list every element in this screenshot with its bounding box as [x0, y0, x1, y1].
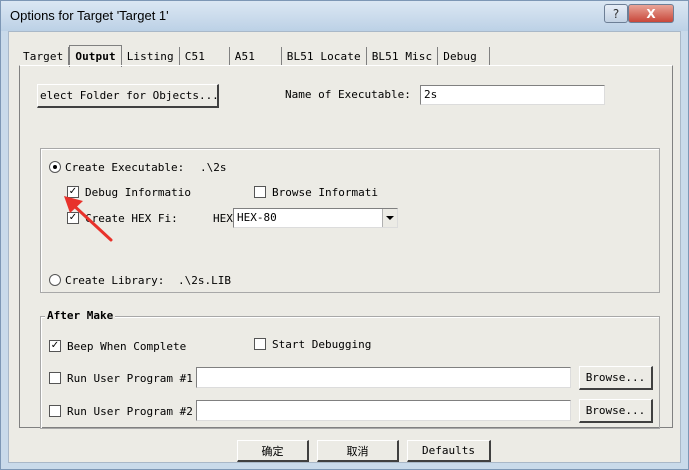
dialog-client-area: Target Output Listing C51 A51 BL51 Locat… [8, 31, 681, 463]
tab-bl51-misc[interactable]: BL51 Misc [367, 47, 439, 66]
ok-button[interactable]: 确定 [237, 440, 309, 462]
browse-program-1-button[interactable]: Browse... [579, 366, 653, 390]
create-library-label: Create Library: [65, 274, 165, 287]
title-bar[interactable]: Options for Target 'Target 1' ? X [1, 1, 688, 31]
browse-program-2-button[interactable]: Browse... [579, 399, 653, 423]
create-executable-radio[interactable] [49, 161, 61, 173]
tab-bl51-locate[interactable]: BL51 Locate [282, 47, 367, 66]
beep-when-complete-label: Beep When Complete [67, 340, 187, 353]
run-user-program-2-label: Run User Program #2 [67, 405, 193, 418]
create-library-radio[interactable] [49, 274, 61, 286]
close-icon: X [646, 6, 656, 21]
after-make-title: After Make [45, 309, 116, 322]
select-folder-button[interactable]: elect Folder for Objects... [37, 84, 219, 108]
name-of-executable-label: Name of Executable: [285, 88, 411, 101]
run-user-program-1-checkbox[interactable] [49, 372, 61, 384]
hex-format-value: HEX-80 [237, 211, 277, 224]
window-title: Options for Target 'Target 1' [10, 8, 169, 23]
run-user-program-1-input[interactable] [196, 367, 571, 388]
create-executable-path: .\2s [200, 161, 227, 174]
tab-c51[interactable]: C51 [180, 47, 230, 66]
run-user-program-1-label: Run User Program #1 [67, 372, 193, 385]
create-executable-label: Create Executable: [65, 161, 185, 174]
options-dialog: Options for Target 'Target 1' ? X Target… [0, 0, 689, 470]
browse-information-label: Browse Informati [272, 186, 378, 199]
after-make-group: After Make ✓ Beep When Complete Start De… [40, 309, 660, 429]
tab-a51[interactable]: A51 [230, 47, 282, 66]
tab-strip: Target Output Listing C51 A51 BL51 Locat… [18, 45, 491, 67]
create-library-path: .\2s.LIB [178, 274, 231, 287]
chevron-down-icon[interactable] [382, 209, 397, 227]
annotation-arrow-shaft [69, 201, 113, 242]
tab-debug[interactable]: Debug [438, 47, 491, 66]
output-group: Create Executable: .\2s ✓ Debug Informat… [40, 148, 660, 293]
start-debugging-checkbox[interactable] [254, 338, 266, 350]
beep-when-complete-checkbox[interactable]: ✓ [49, 340, 61, 352]
help-icon: ? [612, 6, 620, 21]
defaults-button[interactable]: Defaults [407, 440, 491, 462]
run-user-program-2-checkbox[interactable] [49, 405, 61, 417]
hex-format-select[interactable]: HEX-80 [233, 208, 398, 228]
help-button[interactable]: ? [604, 4, 628, 23]
tab-output[interactable]: Output [69, 45, 122, 67]
tab-target[interactable]: Target [18, 47, 70, 66]
output-tab-panel: elect Folder for Objects... Name of Exec… [19, 65, 673, 429]
cancel-button[interactable]: 取消 [317, 440, 399, 462]
tab-listing[interactable]: Listing [122, 47, 180, 66]
run-user-program-2-input[interactable] [196, 400, 571, 421]
start-debugging-label: Start Debugging [272, 338, 372, 351]
close-button[interactable]: X [628, 4, 674, 23]
browse-information-checkbox[interactable] [254, 186, 266, 198]
hex-format-label: HEX [213, 212, 233, 225]
name-of-executable-input[interactable]: 2s [420, 85, 605, 105]
annotation-arrow-icon [64, 196, 113, 242]
